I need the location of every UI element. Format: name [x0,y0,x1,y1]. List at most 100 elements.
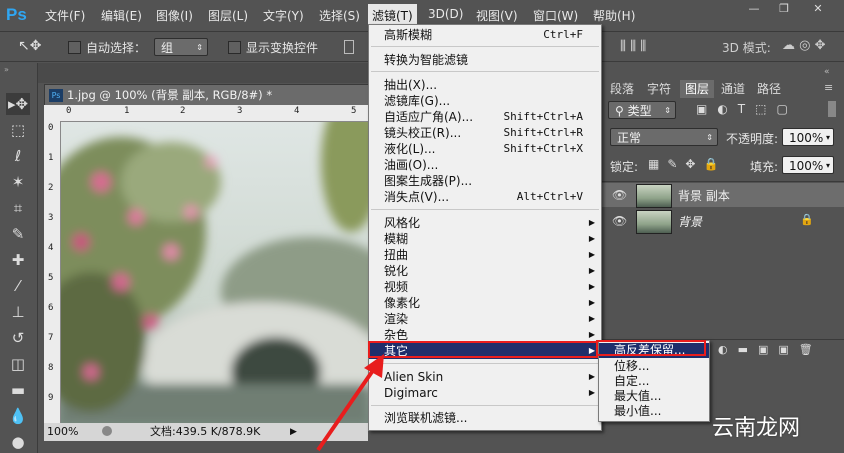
menu-image[interactable]: 图像(I) [156,7,193,24]
panel-menu-icon[interactable]: ≡ [824,81,833,94]
menu-item-render[interactable]: 渲染 ▶ [369,311,601,327]
menu-3d[interactable]: 3D(D) [428,7,463,21]
auto-select-dropdown[interactable]: 组 ⇕ [154,38,208,56]
ruler-tick: 5 [48,273,54,283]
menu-item-vanishing-point[interactable]: 消失点(V)... Alt+Ctrl+V [369,189,601,205]
lock-icons[interactable]: ▦✎✥🔒 [648,157,726,171]
document-tab[interactable]: Ps 1.jpg @ 100% (背景 副本, RGB/8#) * [44,84,370,106]
close-icon[interactable]: ✕ [806,2,830,16]
panel-collapse-icon[interactable]: « [824,67,830,77]
layer-filter-icons[interactable]: ▣◐T⬚▢ [696,102,798,116]
show-transform-checkbox[interactable] [228,41,241,54]
document-title: 1.jpg @ 100% (背景 副本, RGB/8#) * [67,88,273,102]
menu-item-label: 扭曲 [384,248,409,262]
menu-item-label: 液化(L)... [384,142,436,156]
menu-separator [371,46,599,47]
menu-item-video[interactable]: 视频 ▶ [369,279,601,295]
menu-item-lens-correction[interactable]: 镜头校正(R)... Shift+Ctrl+R [369,125,601,141]
menu-item-convert-smart-filter[interactable]: 转换为智能滤镜 [369,52,601,68]
submenu-item-offset[interactable]: 位移... [599,359,709,374]
zoom-level[interactable]: 100% [47,423,78,441]
status-icon[interactable] [102,426,112,436]
tab-character[interactable]: 字符 [642,80,676,98]
annotation-arrow-icon [316,354,384,452]
status-menu-arrow-icon[interactable]: ▶ [290,423,297,441]
eye-icon[interactable]: 👁 [612,214,627,228]
submenu-arrow-icon: ▶ [588,314,595,323]
menu-item-oil-paint[interactable]: 油画(O)... [369,157,601,173]
menu-view[interactable]: 视图(V) [476,7,518,24]
menu-item-extract[interactable]: 抽出(X)... [369,77,601,93]
ruler-tick: 4 [294,106,300,116]
layer-kind-filter[interactable]: ⚲ 类型 ⇕ [608,101,676,119]
layer-row[interactable]: 👁 背景 🔒 [600,209,844,234]
menu-layer[interactable]: 图层(L) [208,7,248,24]
3d-orbit-icons[interactable]: ☁ ◎ ✥ [782,38,826,53]
eraser-tool-icon[interactable]: ◫ [6,353,30,375]
menu-item-label: 转换为智能滤镜 [384,53,469,67]
menu-item-label: 自适应广角(A)... [384,110,474,124]
gradient-tool-icon[interactable]: ▬ [6,379,30,401]
ruler-tick: 6 [48,303,54,313]
restore-icon[interactable]: ❐ [772,2,796,16]
align-icon[interactable] [344,40,354,54]
tab-paragraph[interactable]: 段落 [606,80,638,98]
menu-item-alien-skin[interactable]: Alien Skin ▶ [369,369,601,385]
distribute-icons[interactable]: ⫼ ⫼ ⫼ [620,39,646,54]
submenu-item-maximum[interactable]: 最大值... [599,389,709,404]
healing-brush-tool-icon[interactable]: ✚ [6,249,30,271]
menu-type[interactable]: 文字(Y) [263,7,304,24]
menu-item-digimarc[interactable]: Digimarc ▶ [369,385,601,401]
filter-toggle-icon[interactable] [828,101,836,117]
move-tool-icon[interactable]: ▸✥ [6,93,30,115]
menu-select[interactable]: 选择(S) [319,7,360,24]
tab-channels[interactable]: 通道 [716,80,750,98]
eye-icon[interactable]: 👁 [612,188,627,202]
menu-item-filter-gallery[interactable]: 滤镜库(G)... [369,93,601,109]
minimize-icon[interactable]: — [742,2,766,16]
lasso-tool-icon[interactable]: ℓ [6,145,30,167]
blur-tool-icon[interactable]: 💧 [6,405,30,427]
menu-item-pattern-maker[interactable]: 图案生成器(P)... [369,173,601,189]
tab-layers[interactable]: 图层 [680,80,714,98]
menu-item-gaussian-blur[interactable]: 高斯模糊 Ctrl+F [369,27,601,43]
fill-input[interactable]: 100% ▾ [782,156,834,174]
blend-mode-value: 正常 [617,131,642,145]
menu-item-adaptive-wide-angle[interactable]: 自适应广角(A)... Shift+Ctrl+A [369,109,601,125]
layer-thumbnail [636,210,672,234]
menu-item-blur[interactable]: 模糊 ▶ [369,231,601,247]
menu-edit[interactable]: 编辑(E) [101,7,142,24]
blend-mode-dropdown[interactable]: 正常 ⇕ [610,128,718,146]
marquee-tool-icon[interactable]: ⬚ [6,119,30,141]
crop-tool-icon[interactable]: ⌗ [6,197,30,219]
menu-item-sharpen[interactable]: 锐化 ▶ [369,263,601,279]
history-brush-tool-icon[interactable]: ↺ [6,327,30,349]
menu-item-stylize[interactable]: 风格化 ▶ [369,215,601,231]
eyedropper-tool-icon[interactable]: ✎ [6,223,30,245]
menu-help[interactable]: 帮助(H) [593,7,635,24]
opacity-input[interactable]: 100% ▾ [782,128,834,146]
submenu-item-custom[interactable]: 自定... [599,374,709,389]
menu-item-distort[interactable]: 扭曲 ▶ [369,247,601,263]
menu-window[interactable]: 窗口(W) [533,7,578,24]
menu-item-browse-online-filters[interactable]: 浏览联机滤镜... [369,410,601,426]
collapse-icon[interactable]: » [4,65,9,74]
watermark: 云南龙网 [712,416,801,441]
document-info: 文档:439.5 K/878.9K [150,425,261,438]
dodge-tool-icon[interactable]: ● [6,431,30,453]
brush-tool-icon[interactable]: ⁄ [6,275,30,297]
magic-wand-tool-icon[interactable]: ✶ [6,171,30,193]
menu-item-label: 渲染 [384,312,409,326]
auto-select-checkbox[interactable] [68,41,81,54]
menu-item-pixelate[interactable]: 像素化 ▶ [369,295,601,311]
layer-row[interactable]: 👁 背景 副本 [600,183,844,208]
layer-footer-icons[interactable]: ◐▬▣▣🗑 [718,343,823,356]
menu-separator [371,405,599,406]
menu-separator [371,363,599,364]
submenu-item-minimum[interactable]: 最小值... [599,404,709,419]
move-tool-icon[interactable]: ↖✥ [18,38,41,54]
menu-file[interactable]: 文件(F) [45,7,85,24]
tab-paths[interactable]: 路径 [752,80,786,98]
clone-stamp-tool-icon[interactable]: ⊥ [6,301,30,323]
menu-item-liquify[interactable]: 液化(L)... Shift+Ctrl+X [369,141,601,157]
